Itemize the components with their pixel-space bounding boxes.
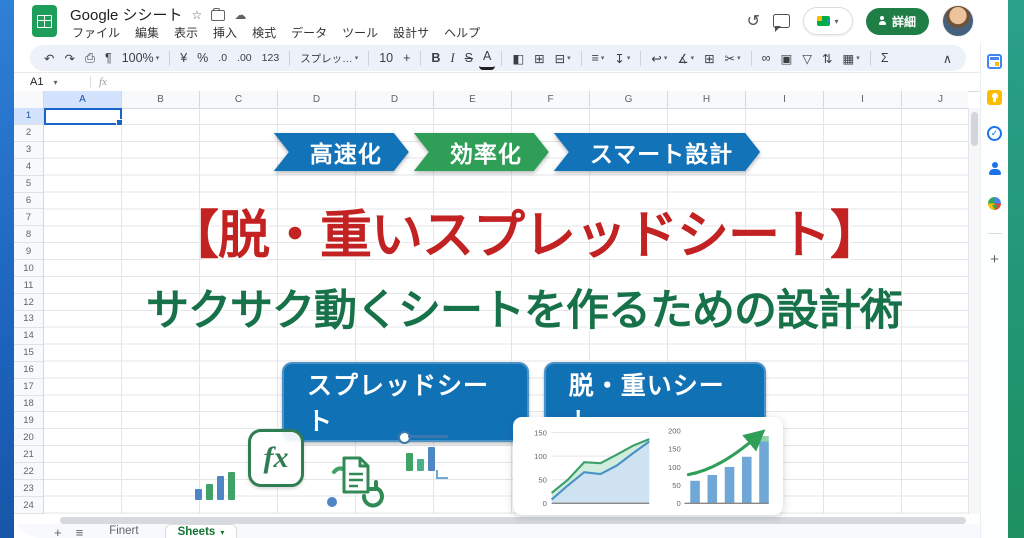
banner-segment-0: 高速化: [274, 133, 409, 171]
chevron-banner: 高速化効率化スマート設計: [274, 133, 760, 171]
svg-text:200: 200: [668, 426, 681, 435]
main-title: 【脱・重いスプレッドシート】: [54, 193, 994, 268]
area-chart: 0 50 100 150: [521, 421, 659, 511]
subtitle: サクサク動くシートを作るための設計術: [54, 276, 994, 338]
left-edge-strip: [0, 0, 14, 538]
sheets-window: Google シシート ☆ ☁ ファイル編集表示挿入検式データツール設計サヘルプ…: [14, 0, 1008, 538]
svg-text:100: 100: [534, 452, 547, 461]
svg-text:100: 100: [668, 463, 681, 472]
svg-text:150: 150: [534, 428, 547, 437]
banner-segment-2: スマート設計: [554, 133, 760, 171]
right-edge-strip: [1008, 0, 1024, 538]
svg-text:50: 50: [538, 476, 547, 485]
document-refresh-icon: [320, 440, 386, 514]
fx-function-icon: fx: [248, 429, 304, 487]
svg-text:0: 0: [543, 499, 547, 508]
charts-card: 0 50 100 150 0 50 100 150 200: [513, 417, 783, 515]
svg-text:150: 150: [668, 445, 681, 454]
thumbnail-stage: Google シシート ☆ ☁ ファイル編集表示挿入検式データツール設計サヘルプ…: [0, 0, 1024, 538]
svg-text:0: 0: [676, 499, 680, 508]
bar-chart-icon: [195, 464, 235, 500]
thumbnail-overlay: 高速化効率化スマート設計 【脱・重いスプレッドシート】 サクサク動くシートを作る…: [14, 0, 1008, 538]
svg-text:50: 50: [672, 481, 681, 490]
chart-line-icon: [398, 429, 450, 479]
banner-segment-1: 効率化: [414, 133, 549, 171]
bar-chart: 0 50 100 150 200: [659, 421, 775, 511]
